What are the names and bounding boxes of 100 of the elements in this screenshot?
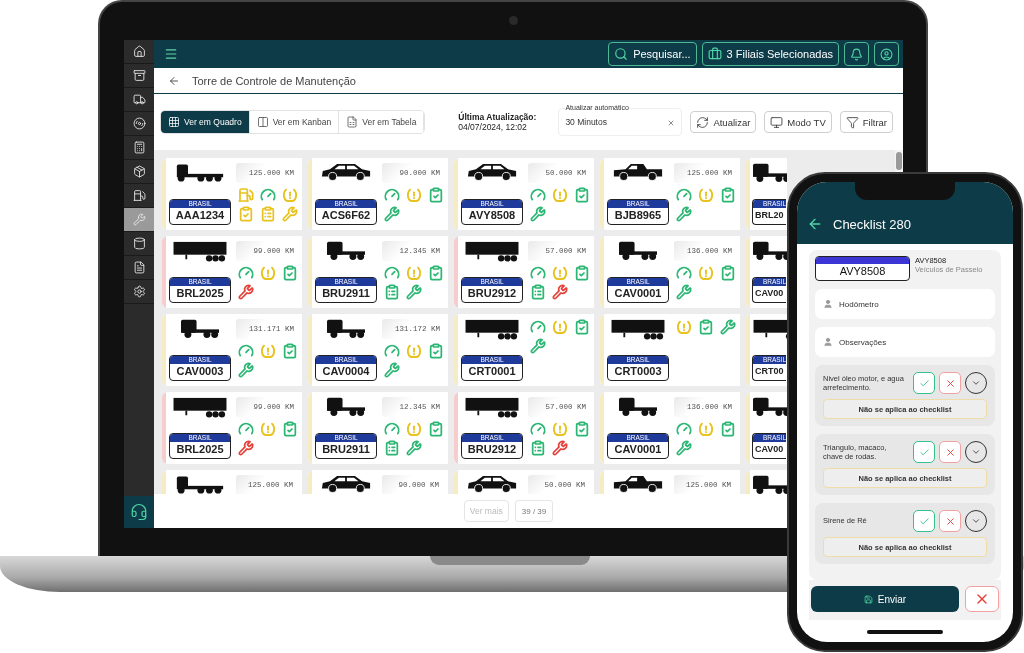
pickup-icon	[613, 475, 663, 493]
flatbed-truck-icon	[176, 475, 224, 494]
toolbar-button[interactable]: Modo TV	[764, 111, 832, 133]
truck-icon	[132, 93, 146, 106]
chevron-down-icon	[971, 447, 981, 457]
last-update-value: 04/07/2024, 12:02	[458, 122, 528, 132]
monitor-icon	[770, 115, 784, 129]
branches-button[interactable]: 3 Filiais Selecionadas	[701, 42, 839, 66]
plate-number: BRU2911	[321, 286, 371, 301]
plate-number: AAA1234	[174, 208, 226, 223]
laptop-camera	[509, 16, 518, 25]
input-field[interactable]: Observações	[815, 327, 995, 357]
settings-icon	[132, 285, 146, 298]
plate-number: BRL2025	[175, 442, 225, 457]
support-button[interactable]	[124, 496, 154, 528]
car-icon	[467, 475, 517, 493]
chevron-down-icon	[971, 378, 981, 388]
trailer-icon	[464, 241, 520, 262]
plate-number: BRU2912	[466, 442, 518, 457]
save-icon	[863, 594, 873, 604]
user-icon	[823, 337, 833, 347]
plate-number: CAV0003	[175, 364, 225, 379]
plate-number: CAV0004	[321, 364, 371, 379]
truck-cab-icon	[618, 397, 658, 416]
archive-icon	[132, 69, 146, 82]
plate-number: CAV00	[754, 443, 785, 456]
chevron-down-icon	[971, 516, 981, 526]
bell-icon	[850, 47, 863, 61]
user-icon	[823, 299, 833, 309]
input-field[interactable]: Hodômetro	[815, 289, 995, 319]
filter-icon	[845, 115, 859, 129]
trailer-icon	[464, 319, 520, 340]
clear-icon[interactable]	[667, 119, 676, 127]
plate-number: CAV0001	[613, 442, 663, 457]
menu-icon[interactable]	[164, 47, 178, 61]
disc-icon	[132, 117, 146, 130]
fuel-icon	[132, 189, 146, 202]
check-icon	[918, 377, 930, 389]
trailer-icon	[464, 397, 520, 418]
flatbed-truck-icon	[176, 163, 224, 183]
calculator-icon	[132, 141, 146, 154]
check-icon	[918, 446, 930, 458]
car-icon	[467, 163, 517, 181]
truck-cab-icon	[326, 397, 366, 416]
plate-number: AVY8508	[467, 208, 517, 223]
headset-icon	[130, 503, 148, 521]
car-icon	[321, 475, 371, 493]
page-title: Torre de Controle de Manutenção	[192, 74, 356, 87]
plate-number: BJB8965	[613, 208, 663, 223]
last-update-label: Última Atualização:	[458, 112, 537, 122]
close-icon	[944, 377, 956, 389]
user-icon	[880, 47, 893, 61]
plate-number: CAV00	[754, 287, 785, 300]
toolbar-button[interactable]: Atualizar	[690, 111, 757, 133]
package-icon	[132, 165, 146, 178]
plate-number: CRT0001	[467, 364, 517, 379]
send-button[interactable]: Enviar	[811, 586, 959, 612]
close-icon	[944, 446, 956, 458]
search-button[interactable]: Pesquisar...	[608, 42, 697, 66]
check-icon	[918, 515, 930, 527]
plate-number: CRT0003	[613, 364, 663, 379]
checklist-title: Checklist 280	[833, 217, 912, 232]
plate-number: CRT00	[754, 365, 785, 378]
truck-cab-icon	[180, 319, 220, 338]
trailer-icon	[610, 319, 666, 340]
close-icon	[944, 515, 956, 527]
car-icon	[321, 163, 371, 181]
columns-icon	[256, 116, 269, 128]
back-icon[interactable]	[168, 74, 180, 87]
trailer-icon	[172, 241, 228, 262]
briefcase-icon	[707, 47, 722, 61]
home-icon	[132, 45, 146, 58]
view-tab[interactable]: Ver em Quadro	[161, 111, 250, 133]
back-icon[interactable]	[807, 216, 823, 232]
plate-number: AVY8508	[838, 264, 887, 279]
truck-cab-icon	[752, 163, 787, 182]
notifications-button[interactable]	[844, 42, 869, 66]
toolbar-button[interactable]: Filtrar	[839, 111, 893, 133]
grid-icon	[168, 116, 180, 128]
plate-number: BRU2911	[321, 442, 371, 457]
plate-number: BRL20	[754, 209, 785, 222]
spreadsheet-icon	[346, 116, 359, 128]
truck-cab-icon	[326, 319, 366, 338]
cylinder-icon	[132, 237, 146, 250]
profile-button[interactable]	[874, 42, 899, 66]
plate-number: CAV0001	[613, 286, 663, 301]
wrench-icon	[132, 213, 146, 226]
document-icon	[132, 261, 146, 274]
trailer-icon	[172, 397, 228, 418]
search-icon	[614, 47, 629, 61]
plate-number: BRU2912	[466, 286, 518, 301]
scrollbar-thumb[interactable]	[896, 152, 902, 170]
refresh-icon	[696, 115, 710, 129]
record-count: 39 / 39	[514, 500, 554, 522]
sidebar-item[interactable]	[124, 208, 154, 232]
pickup-icon	[613, 163, 663, 181]
truck-cab-icon	[326, 241, 366, 260]
plate-number: ACS6F62	[320, 208, 372, 223]
truck-cab-icon	[618, 241, 658, 260]
plate-number: BRL2025	[175, 286, 225, 301]
